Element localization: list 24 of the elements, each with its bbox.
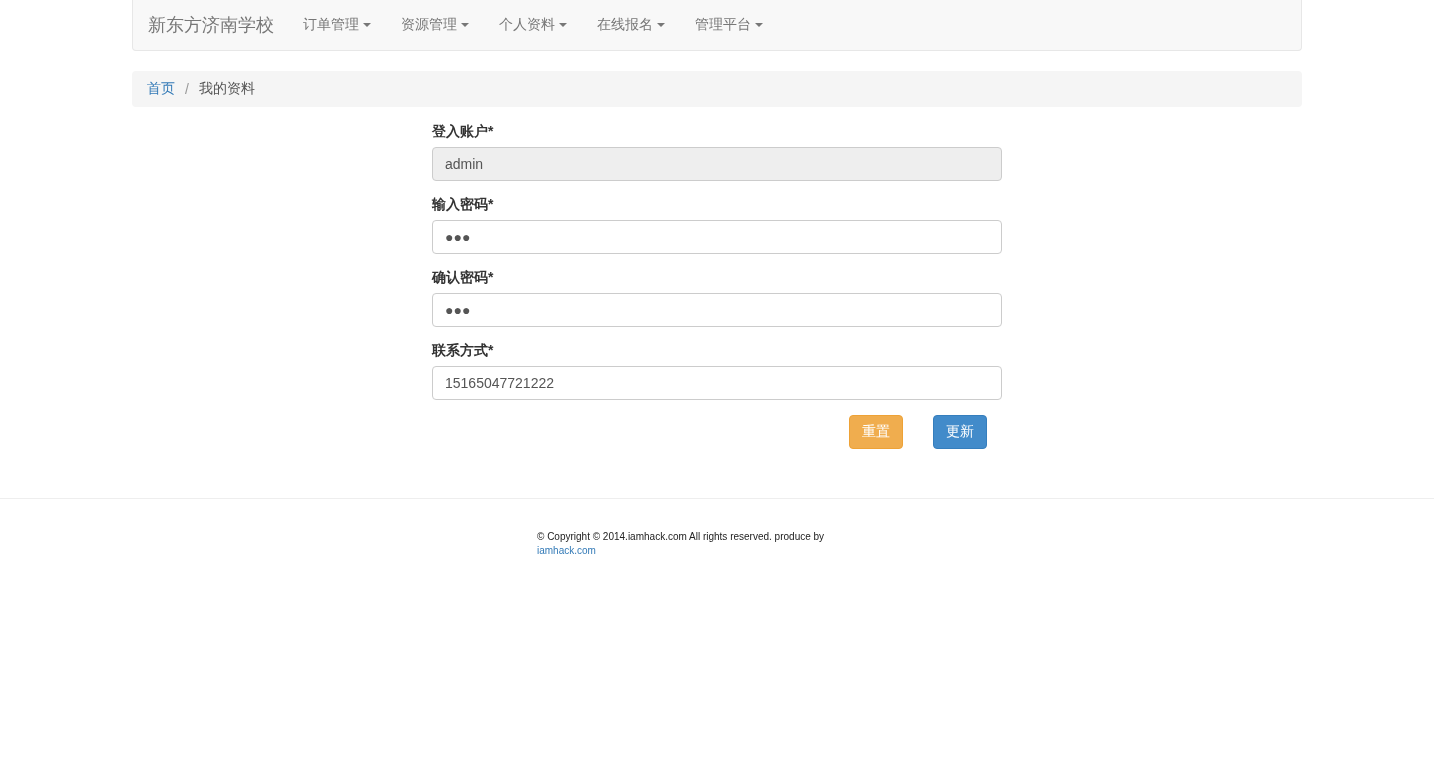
input-field[interactable]: 15165047721222 [432, 366, 1002, 400]
nav-menu-item[interactable]: 资源管理 [386, 16, 484, 34]
caret-icon [755, 23, 763, 27]
caret-icon [363, 23, 371, 27]
nav-menu-item[interactable]: 管理平台 [680, 16, 778, 34]
caret-icon [461, 23, 469, 27]
input-field[interactable]: ●●● [432, 293, 1002, 327]
field-label: 输入密码* [432, 196, 495, 214]
breadcrumb-separator: / [184, 81, 190, 97]
nav-menu-item[interactable]: 个人资料 [484, 16, 582, 34]
field-label: 登入账户* [432, 123, 495, 141]
caret-icon [657, 23, 665, 27]
update-button[interactable]: 更新 [933, 415, 987, 449]
breadcrumb-link[interactable]: 首页 [147, 80, 175, 98]
brand-link[interactable]: 新东方济南学校 [148, 13, 274, 37]
caret-icon [559, 23, 567, 27]
input-field[interactable]: ●●● [432, 220, 1002, 254]
field-label: 确认密码* [432, 269, 495, 287]
nav-menu-item[interactable]: 在线报名 [582, 16, 680, 34]
breadcrumb-current: 我的资料 [198, 80, 255, 98]
nav-menu-item[interactable]: 订单管理 [288, 16, 386, 34]
footer-link[interactable]: iamhack.com [537, 544, 596, 558]
field-label: 联系方式* [432, 342, 495, 360]
copyright-text: © Copyright © 2014.iamhack.com All rights reserved. produce by [537, 531, 825, 542]
